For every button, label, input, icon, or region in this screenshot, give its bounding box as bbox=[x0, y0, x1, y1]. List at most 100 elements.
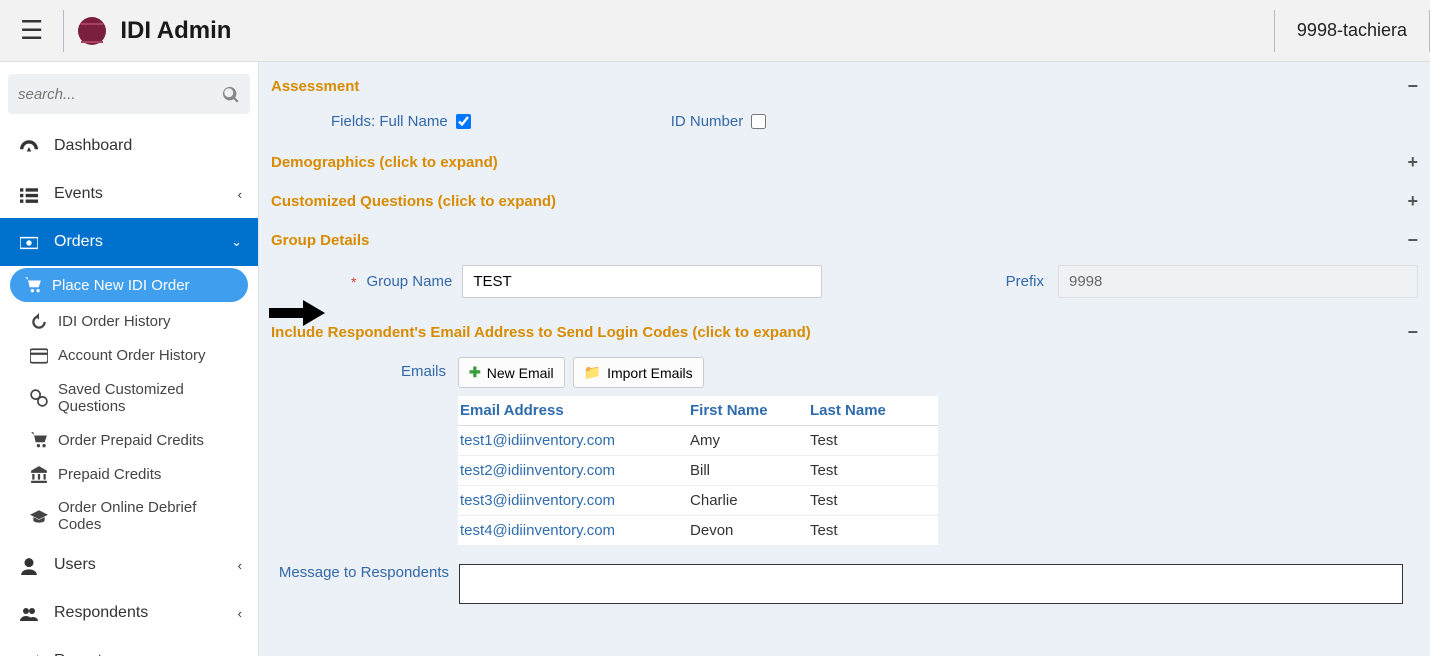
sidebar-item-label: IDI Order History bbox=[58, 313, 171, 330]
chevron-left-icon: ‹ bbox=[238, 187, 242, 202]
section-title: Demographics (click to expand) bbox=[271, 154, 498, 171]
user-icon bbox=[18, 555, 40, 575]
collapse-icon[interactable]: − bbox=[1407, 76, 1418, 97]
sidebar-sub-prepaid[interactable]: Prepaid Credits bbox=[0, 457, 258, 491]
sidebar-item-dashboard[interactable]: Dashboard bbox=[0, 122, 258, 170]
section-title: Customized Questions (click to expand) bbox=[271, 193, 556, 210]
col-first[interactable]: First Name bbox=[688, 396, 808, 426]
chevron-left-icon: ‹ bbox=[238, 606, 242, 621]
chevron-down-icon: ⌄ bbox=[231, 234, 242, 250]
sidebar-item-label: Prepaid Credits bbox=[58, 466, 161, 483]
sidebar-item-respondents[interactable]: Respondents ‹ bbox=[0, 589, 258, 637]
field-label: ID Number bbox=[671, 113, 744, 130]
section-group-details[interactable]: Group Details − bbox=[271, 226, 1418, 255]
first-cell: Bill bbox=[688, 456, 808, 486]
expand-icon[interactable]: + bbox=[1407, 191, 1418, 212]
search-box[interactable] bbox=[8, 74, 250, 114]
sidebar-item-users[interactable]: Users ‹ bbox=[0, 541, 258, 589]
full-name-checkbox[interactable] bbox=[456, 114, 471, 129]
list-icon bbox=[18, 184, 40, 204]
email-cell[interactable]: test3@idiinventory.com bbox=[458, 486, 688, 516]
section-custom-questions[interactable]: Customized Questions (click to expand) + bbox=[271, 187, 1418, 216]
collapse-icon[interactable]: − bbox=[1407, 322, 1418, 343]
sidebar-sub-order-prepaid[interactable]: Order Prepaid Credits bbox=[0, 423, 258, 457]
plus-icon: ✚ bbox=[469, 364, 481, 381]
header: ☰ IDI Admin 9998-tachiera bbox=[0, 0, 1430, 62]
email-cell[interactable]: test4@idiinventory.com bbox=[458, 516, 688, 546]
bank-icon bbox=[30, 465, 48, 483]
collapse-icon[interactable]: − bbox=[1407, 230, 1418, 251]
chevron-left-icon: ‹ bbox=[238, 558, 242, 573]
table-row[interactable]: test4@idiinventory.comDevonTest bbox=[458, 516, 938, 546]
button-label: Import Emails bbox=[607, 365, 693, 381]
folder-icon: 📁 bbox=[584, 364, 601, 381]
sidebar-item-label: Place New IDI Order bbox=[52, 277, 190, 294]
sidebar-item-label: Events bbox=[54, 185, 103, 203]
money-icon bbox=[18, 232, 40, 252]
search-input[interactable] bbox=[18, 86, 222, 103]
app-title: IDI Admin bbox=[120, 17, 231, 45]
search-icon[interactable] bbox=[222, 84, 240, 105]
button-label: New Email bbox=[487, 365, 554, 381]
last-cell: Test bbox=[808, 486, 938, 516]
section-assessment[interactable]: Assessment − bbox=[271, 72, 1418, 101]
tenant-label[interactable]: 9998-tachiera bbox=[1275, 20, 1429, 41]
group-name-input[interactable] bbox=[462, 265, 822, 298]
graduation-icon bbox=[30, 507, 48, 525]
sidebar-sub-history[interactable]: IDI Order History bbox=[0, 304, 258, 338]
last-cell: Test bbox=[808, 516, 938, 546]
email-cell[interactable]: test1@idiinventory.com bbox=[458, 426, 688, 456]
table-row[interactable]: test1@idiinventory.comAmyTest bbox=[458, 426, 938, 456]
expand-icon[interactable]: + bbox=[1407, 152, 1418, 173]
history-icon bbox=[30, 312, 48, 330]
cart-icon bbox=[30, 431, 48, 449]
section-demographics[interactable]: Demographics (click to expand) + bbox=[271, 148, 1418, 177]
first-cell: Amy bbox=[688, 426, 808, 456]
sidebar-item-events[interactable]: Events ‹ bbox=[0, 170, 258, 218]
required-indicator: * bbox=[351, 274, 356, 290]
prefix-input bbox=[1058, 265, 1418, 298]
dashboard-icon bbox=[18, 136, 40, 156]
chart-icon bbox=[18, 651, 40, 656]
gears-icon bbox=[30, 389, 48, 407]
card-icon bbox=[30, 347, 48, 365]
logo[interactable]: IDI Admin bbox=[64, 17, 245, 45]
sidebar-item-label: Reports bbox=[54, 652, 110, 656]
sidebar-item-orders[interactable]: Orders ⌄ bbox=[0, 218, 258, 266]
field-id-number[interactable]: ID Number bbox=[671, 113, 767, 130]
first-cell: Devon bbox=[688, 516, 808, 546]
group-name-label: Group Name bbox=[366, 273, 452, 290]
cart-icon bbox=[24, 276, 42, 294]
section-include-email[interactable]: Include Respondent's Email Address to Se… bbox=[271, 318, 1418, 347]
id-number-checkbox[interactable] bbox=[751, 114, 766, 129]
main-content: Assessment − Fields: Full Name ID Number bbox=[259, 62, 1430, 656]
email-cell[interactable]: test2@idiinventory.com bbox=[458, 456, 688, 486]
sidebar: Dashboard Events ‹ Orders ⌄ Place New ID… bbox=[0, 62, 259, 656]
sidebar-item-label: Dashboard bbox=[54, 137, 132, 155]
table-row[interactable]: test2@idiinventory.comBillTest bbox=[458, 456, 938, 486]
users-icon bbox=[18, 603, 40, 623]
col-last[interactable]: Last Name bbox=[808, 396, 938, 426]
sidebar-sub-place-new[interactable]: Place New IDI Order bbox=[10, 268, 248, 302]
col-email[interactable]: Email Address bbox=[458, 396, 688, 426]
sidebar-sub-saved-q[interactable]: Saved Customized Questions bbox=[0, 373, 258, 423]
prefix-label: Prefix bbox=[1006, 273, 1044, 290]
new-email-button[interactable]: ✚ New Email bbox=[458, 357, 565, 388]
message-textarea[interactable] bbox=[459, 564, 1403, 604]
emails-label: Emails bbox=[401, 357, 446, 380]
emails-table: Email Address First Name Last Name test1… bbox=[458, 396, 938, 546]
first-cell: Charlie bbox=[688, 486, 808, 516]
sidebar-sub-debrief[interactable]: Order Online Debrief Codes bbox=[0, 491, 258, 541]
sidebar-item-reports[interactable]: Reports ‹ bbox=[0, 637, 258, 656]
sidebar-item-label: Respondents bbox=[54, 604, 148, 622]
last-cell: Test bbox=[808, 426, 938, 456]
menu-toggle[interactable]: ☰ bbox=[0, 15, 63, 46]
table-row[interactable]: test3@idiinventory.comCharlieTest bbox=[458, 486, 938, 516]
import-emails-button[interactable]: 📁 Import Emails bbox=[573, 357, 704, 388]
field-full-name[interactable]: Fields: Full Name bbox=[331, 113, 471, 130]
message-label: Message to Respondents bbox=[271, 564, 449, 581]
sidebar-item-label: Account Order History bbox=[58, 347, 206, 364]
sidebar-sub-acct-history[interactable]: Account Order History bbox=[0, 339, 258, 373]
sidebar-item-label: Saved Customized Questions bbox=[58, 381, 240, 415]
sidebar-item-label: Orders bbox=[54, 233, 103, 251]
